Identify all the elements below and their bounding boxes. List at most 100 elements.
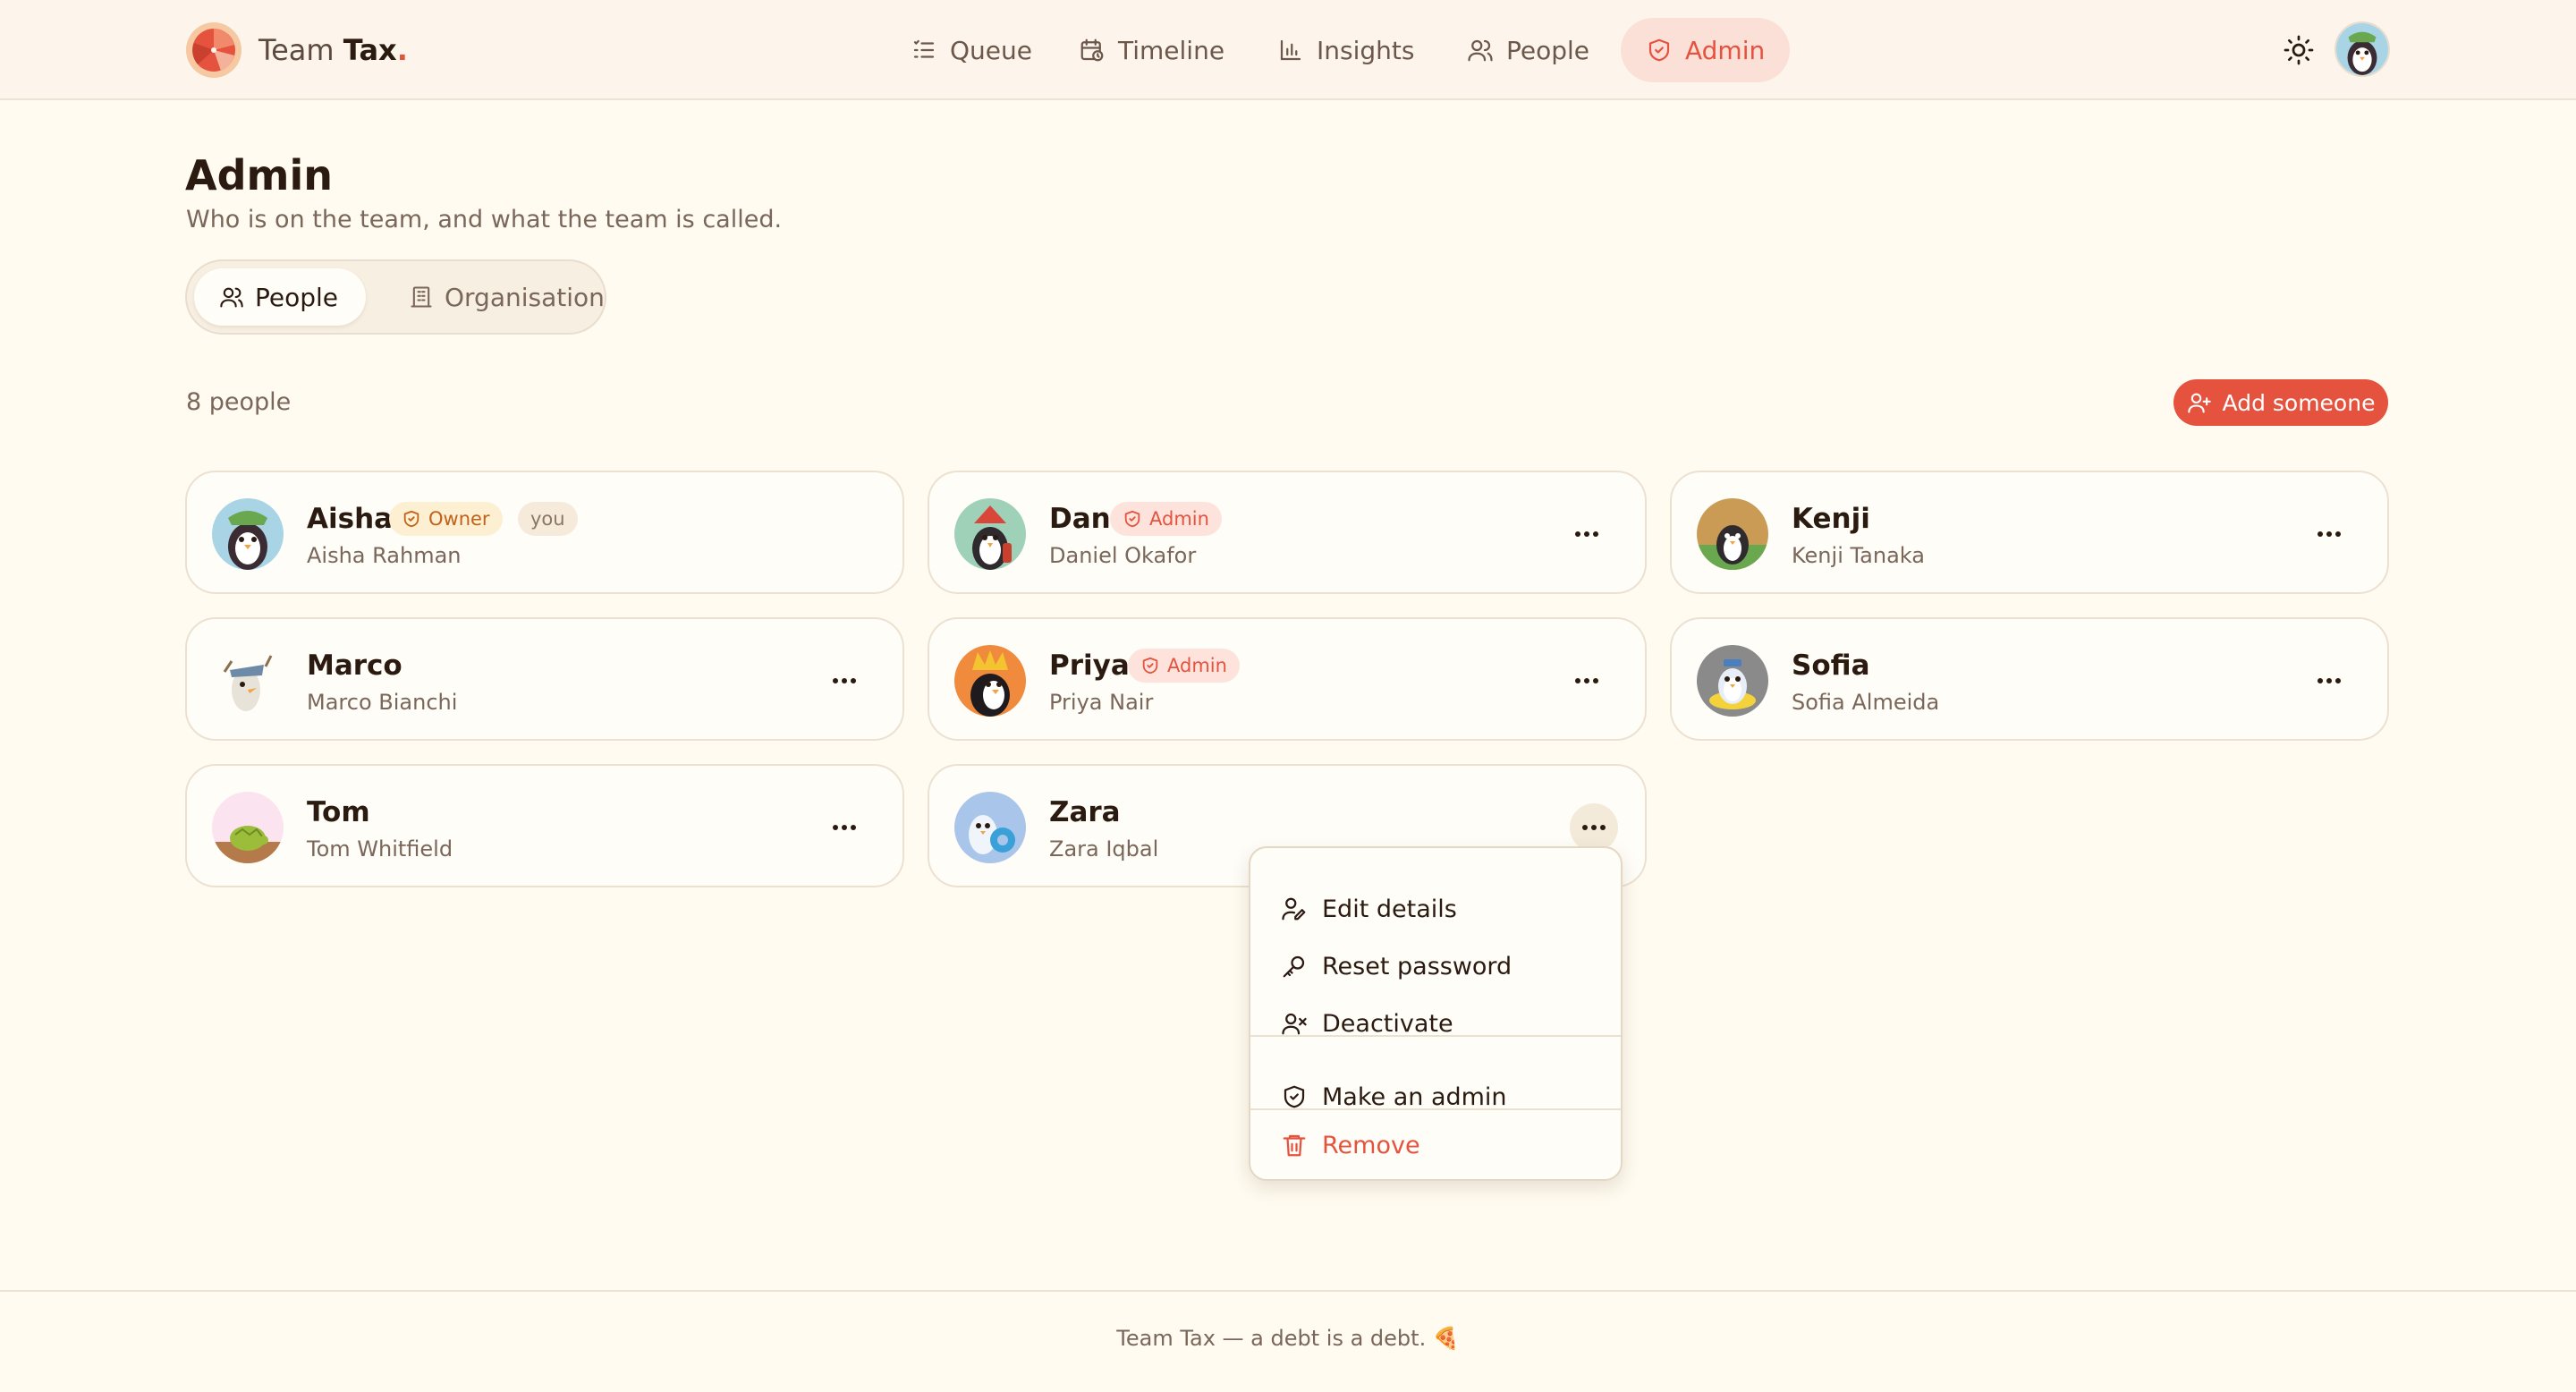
more-actions-button[interactable] xyxy=(822,810,867,845)
turtle-avatar-icon xyxy=(212,792,284,863)
person-card-aisha[interactable]: Aisha Owner you Aisha Rahman xyxy=(185,471,904,594)
current-user-avatar[interactable] xyxy=(2334,21,2390,77)
person-nickname: Marco xyxy=(307,649,402,682)
person-full-name: Zara Iqbal xyxy=(1049,836,1159,862)
penguin-avatar-icon xyxy=(2336,23,2388,75)
team-tax-logo[interactable] xyxy=(185,21,242,79)
user-x-icon xyxy=(1282,1013,1307,1035)
more-actions-button[interactable] xyxy=(2307,516,2351,552)
person-card-kenji[interactable]: Kenji Kenji Tanaka xyxy=(1670,471,2389,594)
footer-divider xyxy=(0,1290,2576,1292)
page-title: Admin xyxy=(185,151,333,199)
menu-make-admin[interactable]: Make an admin xyxy=(1250,1072,1621,1122)
person-card-marco[interactable]: Marco Marco Bianchi xyxy=(185,617,904,741)
footer-text: Team Tax — a debt is a debt. 🍕 xyxy=(1116,1326,1460,1351)
more-actions-button[interactable] xyxy=(1564,516,1609,552)
ellipsis-icon xyxy=(833,678,856,683)
person-full-name: Tom Whitfield xyxy=(307,836,453,862)
menu-divider xyxy=(1250,1035,1621,1037)
avatar xyxy=(1697,498,1768,570)
tab-people[interactable]: People xyxy=(194,268,366,326)
more-actions-button[interactable] xyxy=(2307,663,2351,699)
penguin-avatar-icon xyxy=(1697,645,1768,717)
nav-timeline[interactable]: Timeline xyxy=(1054,18,1250,82)
nav-insights[interactable]: Insights xyxy=(1252,18,1439,82)
more-actions-button[interactable] xyxy=(1570,803,1618,852)
person-card-sofia[interactable]: Sofia Sofia Almeida xyxy=(1670,617,2389,741)
penguin-avatar-icon xyxy=(212,645,284,717)
nav-people[interactable]: People xyxy=(1442,18,1614,82)
people-count: 8 people xyxy=(186,388,292,416)
top-bar: Team Tax. Queue Timeline Insights People… xyxy=(0,0,2576,100)
penguin-avatar-icon xyxy=(954,645,1026,717)
you-badge: you xyxy=(518,502,578,536)
person-full-name: Priya Nair xyxy=(1049,690,1154,715)
avatar xyxy=(212,645,284,717)
person-card-dan[interactable]: Dan Admin Daniel Okafor xyxy=(928,471,1647,594)
menu-reset-password[interactable]: Reset password xyxy=(1250,941,1621,991)
user-pen-icon xyxy=(1282,897,1306,921)
app-brand[interactable]: Team Tax. xyxy=(258,30,408,70)
more-actions-button[interactable] xyxy=(822,663,867,699)
avatar xyxy=(212,792,284,863)
menu-edit-details[interactable]: Edit details xyxy=(1250,884,1621,934)
tab-organisation-label: Organisation xyxy=(445,282,605,312)
person-nickname: Dan xyxy=(1049,503,1111,535)
person-full-name: Kenji Tanaka xyxy=(1792,543,1925,568)
shield-check-icon xyxy=(1142,657,1158,675)
avatar xyxy=(1697,645,1768,717)
penguin-avatar-icon xyxy=(1697,498,1768,570)
tab-people-label: People xyxy=(255,282,339,312)
shield-check-icon xyxy=(403,510,419,528)
person-nickname: Aisha xyxy=(307,503,394,535)
shield-check-icon xyxy=(1648,38,1670,62)
admin-badge: Admin xyxy=(1110,502,1222,536)
add-someone-label: Add someone xyxy=(2222,389,2376,416)
ellipsis-icon xyxy=(1575,531,1598,537)
nav-timeline-label: Timeline xyxy=(1118,35,1225,65)
nav-insights-label: Insights xyxy=(1317,35,1415,65)
nav-admin[interactable]: Admin xyxy=(1621,18,1791,82)
penguin-avatar-icon xyxy=(954,498,1026,570)
nav-people-label: People xyxy=(1506,35,1590,65)
ellipsis-icon xyxy=(1582,825,1606,830)
menu-deactivate[interactable]: Deactivate xyxy=(1250,998,1621,1048)
person-nickname: Kenji xyxy=(1792,503,1870,535)
users-icon xyxy=(1468,39,1493,62)
shield-check-icon xyxy=(1284,1085,1305,1108)
ellipsis-icon xyxy=(1575,678,1598,683)
calendar-clock-icon xyxy=(1080,38,1104,62)
key-icon xyxy=(1283,955,1305,978)
person-nickname: Priya xyxy=(1049,649,1130,682)
ellipsis-icon xyxy=(2318,678,2341,683)
person-full-name: Sofia Almeida xyxy=(1792,690,1940,715)
nav-admin-label: Admin xyxy=(1685,35,1766,65)
avatar xyxy=(212,498,284,570)
building-icon xyxy=(411,286,432,308)
penguin-avatar-icon xyxy=(954,792,1026,863)
person-nickname: Tom xyxy=(307,796,370,828)
avatar xyxy=(954,498,1026,570)
penguin-avatar-icon xyxy=(212,498,284,570)
avatar xyxy=(954,645,1026,717)
tab-organisation[interactable]: Organisation xyxy=(384,268,630,326)
person-card-tom[interactable]: Tom Tom Whitfield xyxy=(185,764,904,887)
admin-tabs: People Organisation xyxy=(185,259,606,335)
list-icon xyxy=(913,39,935,58)
nav-queue[interactable]: Queue xyxy=(886,18,1057,82)
person-actions-menu: Edit details Reset password Deactivate M… xyxy=(1249,846,1623,1181)
ellipsis-icon xyxy=(2318,531,2341,537)
menu-divider xyxy=(1250,1108,1621,1110)
users-icon xyxy=(220,287,243,308)
more-actions-button[interactable] xyxy=(1564,663,1609,699)
sun-icon[interactable] xyxy=(2283,34,2315,66)
person-full-name: Marco Bianchi xyxy=(307,690,458,715)
trash-icon xyxy=(1283,1134,1306,1157)
person-card-priya[interactable]: Priya Admin Priya Nair xyxy=(928,617,1647,741)
add-someone-button[interactable]: Add someone xyxy=(2174,379,2388,426)
person-full-name: Daniel Okafor xyxy=(1049,543,1197,568)
menu-remove[interactable]: Remove xyxy=(1250,1120,1621,1170)
bar-chart-icon xyxy=(1280,39,1301,61)
page-subtitle: Who is on the team, and what the team is… xyxy=(186,206,783,233)
ellipsis-icon xyxy=(833,825,856,830)
